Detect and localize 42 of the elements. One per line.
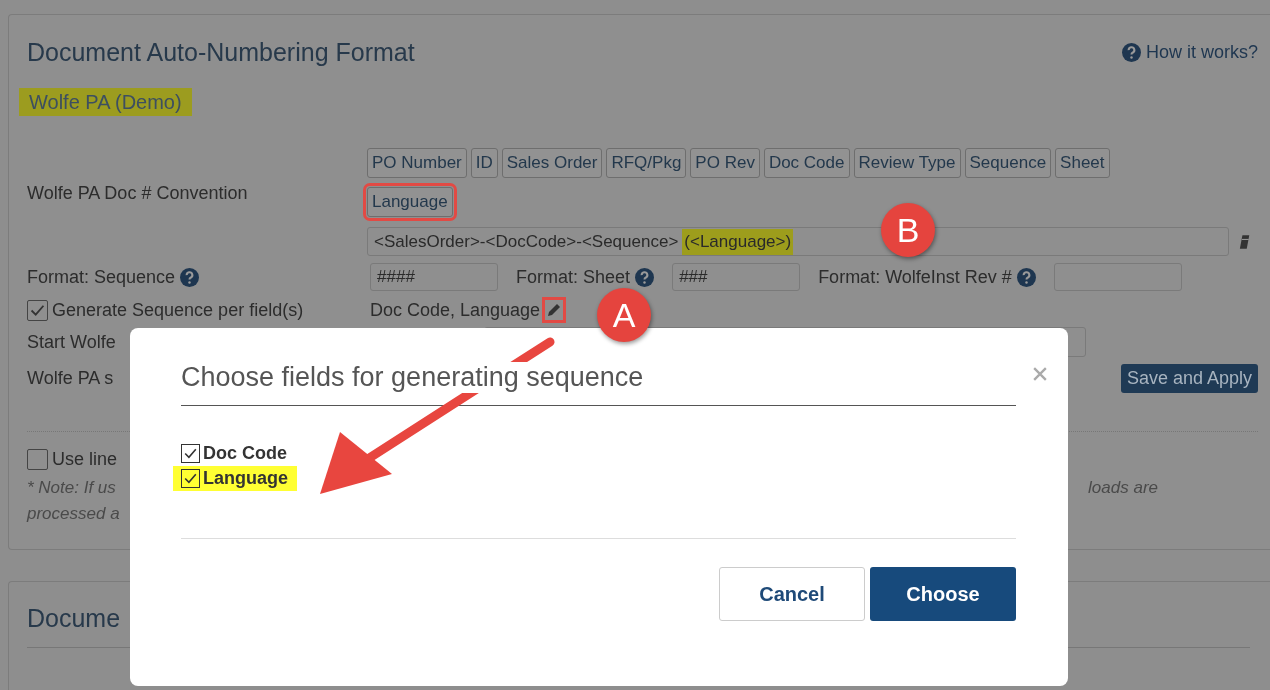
token-button[interactable]: Sales Order <box>501 148 603 178</box>
save-and-apply-button[interactable]: Save and Apply <box>1120 363 1258 393</box>
format-input[interactable]: ### <box>672 263 801 291</box>
checkbox-label: Generate Sequence per field(s) <box>52 299 305 321</box>
token-button[interactable]: Sheet <box>1055 148 1110 178</box>
selected-fields: Doc Code, Language <box>370 299 541 321</box>
format-input[interactable]: #### <box>370 263 499 291</box>
checkbox[interactable] <box>27 448 48 470</box>
field-label: Wolfe PA s <box>27 367 114 389</box>
field-label: Start Wolfe <box>27 331 116 353</box>
token-button[interactable]: Review Type <box>853 148 961 178</box>
note-text: processed a <box>27 504 121 524</box>
token-button[interactable]: ID <box>470 148 498 178</box>
dialog-title: Choose fields for generating sequence <box>181 362 644 393</box>
note-text: loads are <box>1088 478 1158 498</box>
token-button[interactable]: RFQ/Pkg <box>606 148 687 178</box>
checkbox[interactable] <box>27 299 48 321</box>
token-button[interactable]: Sequence <box>964 148 1052 178</box>
field-label: Format: WolfeInst Rev # <box>818 266 1012 288</box>
help-icon[interactable] <box>635 267 655 287</box>
checkbox-option[interactable]: Doc Code <box>181 441 296 466</box>
help-link[interactable]: How it works? <box>1121 41 1258 63</box>
company-name: Wolfe PA (Demo) <box>19 88 192 116</box>
token-button[interactable]: Doc Code <box>763 148 850 178</box>
help-icon[interactable] <box>180 267 200 287</box>
help-icon <box>1121 42 1141 62</box>
section-title: Document Auto-Numbering Format <box>27 37 415 67</box>
cancel-button[interactable]: Cancel <box>719 567 865 621</box>
field-label: Format: Sequence <box>27 266 176 288</box>
token-button[interactable]: PO Rev <box>690 148 760 178</box>
checkbox-option[interactable]: Language <box>173 466 297 491</box>
field-label: Format: Sheet <box>516 266 631 288</box>
pencil-icon[interactable] <box>546 302 563 318</box>
checkbox-label: Use line <box>52 448 118 470</box>
note-text: * Note: If us <box>27 478 116 498</box>
section-title: Docume <box>27 604 121 632</box>
help-icon[interactable] <box>1016 267 1036 287</box>
choose-button[interactable]: Choose <box>870 567 1016 621</box>
eraser-icon[interactable] <box>1239 233 1251 250</box>
token-button[interactable]: PO Number <box>367 148 467 178</box>
field-label: Wolfe PA Doc # Convention <box>27 182 249 205</box>
close-icon[interactable] <box>1033 367 1047 381</box>
